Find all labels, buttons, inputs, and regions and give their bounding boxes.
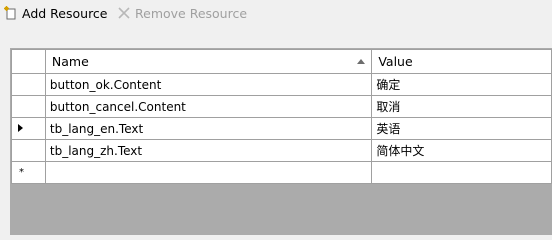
remove-resource-icon <box>117 6 131 20</box>
value-cell[interactable]: 取消 <box>371 95 552 118</box>
value-cell-text: 简体中文 <box>376 144 425 158</box>
column-header-value-label: Value <box>378 54 413 69</box>
name-cell[interactable]: tb_lang_en.Text <box>44 117 373 140</box>
table-row[interactable]: tb_lang_zh.Text 简体中文 <box>11 139 552 162</box>
table-row[interactable]: tb_lang_en.Text 英语 <box>11 117 552 140</box>
current-row-pointer-icon <box>18 124 23 132</box>
sort-ascending-icon <box>357 59 366 64</box>
name-cell[interactable]: button_ok.Content <box>44 73 373 96</box>
new-row[interactable]: * <box>11 161 552 184</box>
value-cell-text: 确定 <box>376 78 401 92</box>
value-cell[interactable]: 英语 <box>371 117 552 140</box>
column-header-name-label: Name <box>51 54 89 69</box>
row-header[interactable] <box>11 139 46 162</box>
remove-resource-label: Remove Resource <box>135 5 248 21</box>
row-header[interactable] <box>11 95 46 118</box>
row-header-current[interactable] <box>11 117 46 140</box>
value-cell[interactable]: 简体中文 <box>371 139 552 162</box>
resource-grid: Name Value button_ok.Content 确定 button_c… <box>11 49 552 235</box>
add-resource-button[interactable]: Add Resource <box>4 3 108 23</box>
table-row[interactable]: button_ok.Content 确定 <box>11 73 552 96</box>
row-header[interactable] <box>11 73 46 96</box>
name-cell-text: tb_lang_en.Text <box>49 121 144 136</box>
name-cell-text: tb_lang_zh.Text <box>49 143 143 158</box>
row-header-corner[interactable] <box>11 49 46 74</box>
add-resource-label: Add Resource <box>22 5 108 21</box>
toolbar: Add Resource Remove Resource <box>0 0 552 26</box>
new-row-marker-icon: * <box>19 167 24 178</box>
value-cell-text: 英语 <box>376 122 401 136</box>
new-value-cell[interactable] <box>371 161 552 184</box>
value-cell-text: 取消 <box>376 100 401 114</box>
value-cell[interactable]: 确定 <box>371 73 552 96</box>
name-cell[interactable]: tb_lang_zh.Text <box>44 139 373 162</box>
name-cell-text: button_ok.Content <box>49 77 162 92</box>
header-row: Name Value <box>11 49 552 74</box>
name-cell-text: button_cancel.Content <box>49 99 186 114</box>
remove-resource-button[interactable]: Remove Resource <box>117 3 247 23</box>
column-header-value[interactable]: Value <box>371 49 552 74</box>
add-resource-icon <box>4 6 18 20</box>
table-row[interactable]: button_cancel.Content 取消 <box>11 95 552 118</box>
name-cell[interactable]: button_cancel.Content <box>44 95 373 118</box>
resource-table: Name Value button_ok.Content 确定 button_c… <box>11 49 552 184</box>
new-name-cell[interactable] <box>44 161 373 184</box>
new-row-header[interactable]: * <box>11 161 46 184</box>
column-header-name[interactable]: Name <box>44 49 373 74</box>
